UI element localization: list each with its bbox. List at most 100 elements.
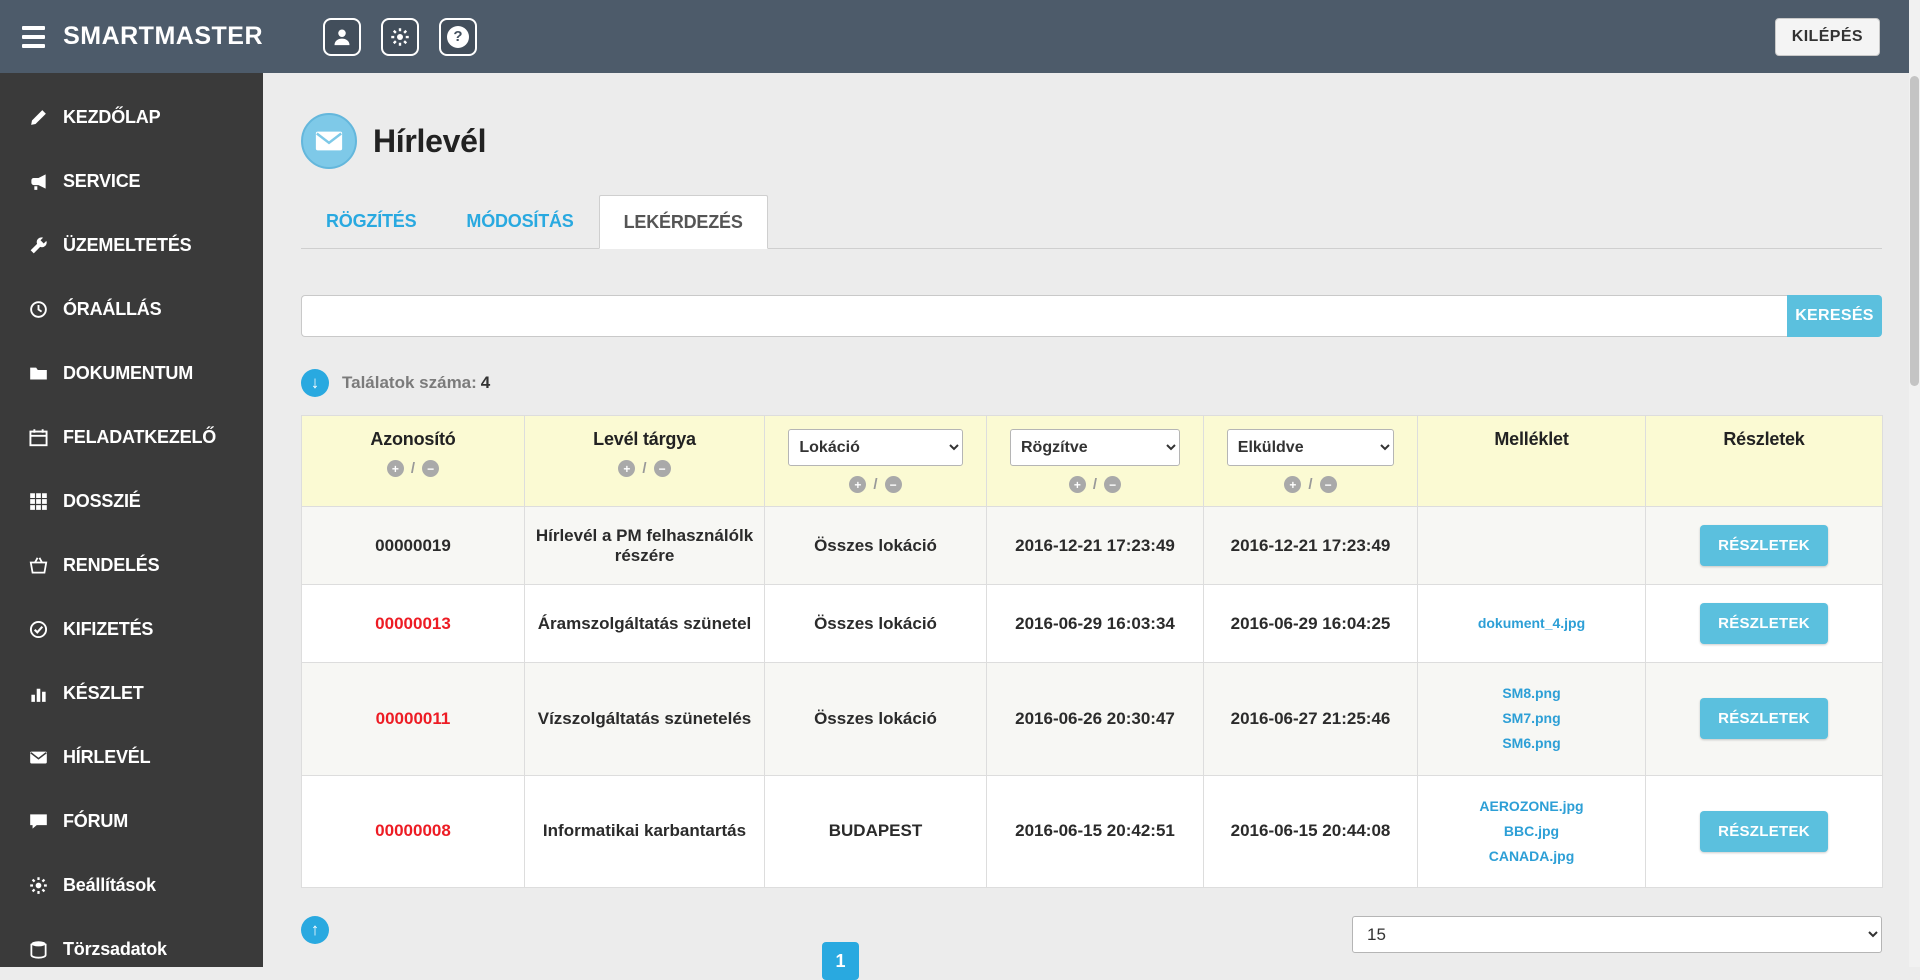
table-row: 00000019Hírlevél a PM felhasználólk rész… — [302, 507, 1883, 585]
sort-desc-icon[interactable]: − — [1104, 476, 1121, 493]
megaphone-icon — [28, 171, 48, 191]
attachment-link[interactable]: AEROZONE.jpg — [1428, 794, 1635, 819]
column-elkuldve: Elküldve + /− — [1204, 416, 1418, 507]
column-lokacio: Lokáció + /− — [765, 416, 987, 507]
sort-controls: + /− — [533, 460, 756, 477]
sort-desc-icon[interactable]: − — [422, 460, 439, 477]
table-header-row: Azonosító+/−Levél tárgya+/−Lokáció+/−Rög… — [302, 416, 1883, 507]
pagination: 1 — [329, 916, 1352, 980]
sort-asc-icon[interactable]: + — [1069, 476, 1086, 493]
scrollbar-thumb[interactable] — [1910, 76, 1919, 386]
collapse-results-icon[interactable]: ↓ — [301, 369, 329, 397]
row-id: 00000013 — [302, 585, 525, 663]
column-label: Melléklet — [1426, 429, 1637, 450]
sort-slash: / — [873, 476, 877, 493]
table-body: 00000019Hírlevél a PM felhasználólk rész… — [302, 507, 1883, 888]
details-button[interactable]: RÉSZLETEK — [1700, 525, 1828, 566]
sidebar-item-dosszie[interactable]: DOSSZIÉ — [0, 469, 263, 533]
user-icon — [332, 27, 352, 47]
results-label: Találatok száma: — [342, 373, 477, 392]
filter-select-rogzitve[interactable]: Rögzítve — [1010, 429, 1180, 466]
sidebar-item-oraallas[interactable]: ÓRAÁLLÁS — [0, 277, 263, 341]
sidebar-item-service[interactable]: SERVICE — [0, 149, 263, 213]
sidebar-item-label: SERVICE — [63, 171, 140, 192]
row-attachments: AEROZONE.jpgBBC.jpgCANADA.jpg — [1418, 775, 1646, 888]
filter-select-lokacio[interactable]: Lokáció — [788, 429, 962, 466]
details-button[interactable]: RÉSZLETEK — [1700, 603, 1828, 644]
sort-asc-icon[interactable]: + — [849, 476, 866, 493]
column-reszletek: Részletek — [1646, 416, 1883, 507]
tab-modositas[interactable]: MÓDOSÍTÁS — [441, 195, 598, 248]
tab-rogzites[interactable]: RÖGZÍTÉS — [301, 195, 441, 248]
newsletter-table: Azonosító+/−Levél tárgya+/−Lokáció+/−Rög… — [301, 415, 1883, 888]
calendar-icon — [28, 427, 48, 447]
logout-button[interactable]: KILÉPÉS — [1775, 18, 1880, 56]
attachment-link[interactable]: dokument_4.jpg — [1428, 611, 1635, 636]
sidebar-item-rendeles[interactable]: RENDELÉS — [0, 533, 263, 597]
page-size-select[interactable]: 15 — [1352, 916, 1882, 953]
row-subject: Informatikai karbantartás — [525, 775, 765, 888]
attachment-link[interactable]: CANADA.jpg — [1428, 844, 1635, 869]
attachment-link[interactable]: SM7.png — [1428, 706, 1635, 731]
sidebar-item-kezdolap[interactable]: KEZDŐLAP — [0, 85, 263, 149]
sidebar-item-uzemeltetes[interactable]: ÜZEMELTETÉS — [0, 213, 263, 277]
row-recorded: 2016-06-26 20:30:47 — [987, 663, 1204, 776]
row-id: 00000019 — [302, 507, 525, 585]
sort-asc-icon[interactable]: + — [387, 460, 404, 477]
sidebar-item-label: FELADATKEZELŐ — [63, 427, 216, 448]
sidebar-item-hirlevel[interactable]: HÍRLEVÉL — [0, 725, 263, 789]
menu-toggle-icon[interactable] — [22, 26, 45, 48]
column-label: Levél tárgya — [533, 429, 756, 450]
search-input[interactable] — [301, 295, 1787, 337]
details-button[interactable]: RÉSZLETEK — [1700, 698, 1828, 739]
attachment-link[interactable]: BBC.jpg — [1428, 819, 1635, 844]
row-id: 00000011 — [302, 663, 525, 776]
sidebar-item-forum[interactable]: FÓRUM — [0, 789, 263, 853]
search-button[interactable]: KERESÉS — [1787, 295, 1882, 337]
user-button[interactable] — [323, 18, 361, 56]
row-location: Összes lokáció — [765, 507, 987, 585]
table-row: 00000008Informatikai karbantartásBUDAPES… — [302, 775, 1883, 888]
settings-button[interactable] — [381, 18, 419, 56]
help-button[interactable]: ? — [439, 18, 477, 56]
sidebar-item-label: ÜZEMELTETÉS — [63, 235, 191, 256]
folder-icon — [28, 363, 48, 383]
tab-lekerdezes[interactable]: LEKÉRDEZÉS — [599, 195, 768, 249]
sort-asc-icon[interactable]: + — [1284, 476, 1301, 493]
row-sent: 2016-06-27 21:25:46 — [1204, 663, 1418, 776]
pagination-page-1[interactable]: 1 — [822, 942, 859, 980]
sidebar-item-label: RENDELÉS — [63, 555, 159, 576]
attachment-link[interactable]: SM6.png — [1428, 731, 1635, 756]
sort-slash: / — [642, 460, 646, 477]
row-subject: Vízszolgáltatás szünetelés — [525, 663, 765, 776]
sidebar-item-kifizetes[interactable]: KIFIZETÉS — [0, 597, 263, 661]
sort-desc-icon[interactable]: − — [885, 476, 902, 493]
column-melleklet: Melléklet — [1418, 416, 1646, 507]
details-button[interactable]: RÉSZLETEK — [1700, 811, 1828, 852]
attachment-link[interactable]: SM8.png — [1428, 681, 1635, 706]
sort-slash: / — [1308, 476, 1312, 493]
row-subject: Hírlevél a PM felhasználólk részére — [525, 507, 765, 585]
sort-asc-icon[interactable]: + — [618, 460, 635, 477]
scroll-top-icon[interactable]: ↑ — [301, 916, 329, 944]
sidebar-item-torzsadatok[interactable]: Törzsadatok — [0, 917, 263, 967]
sidebar-item-keszlet[interactable]: KÉSZLET — [0, 661, 263, 725]
sidebar-item-feladatkezelo[interactable]: FELADATKEZELŐ — [0, 405, 263, 469]
sort-desc-icon[interactable]: − — [1320, 476, 1337, 493]
row-recorded: 2016-06-15 20:42:51 — [987, 775, 1204, 888]
search-bar: KERESÉS — [301, 295, 1882, 337]
sort-desc-icon[interactable]: − — [654, 460, 671, 477]
sidebar-item-label: DOKUMENTUM — [63, 363, 193, 384]
tabs: RÖGZÍTÉSMÓDOSÍTÁSLEKÉRDEZÉS — [301, 195, 1882, 249]
column-label: Azonosító — [310, 429, 516, 450]
table-footer: ↑ 1 15 — [301, 916, 1882, 980]
column-rogzitve: Rögzítve+/− — [987, 416, 1204, 507]
sort-controls: + /− — [773, 476, 978, 493]
scrollbar[interactable] — [1909, 0, 1920, 967]
filter-select-elkuldve[interactable]: Elküldve — [1227, 429, 1394, 466]
row-recorded: 2016-12-21 17:23:49 — [987, 507, 1204, 585]
sidebar-item-label: HÍRLEVÉL — [63, 747, 150, 768]
wrench-icon — [28, 235, 48, 255]
sidebar-item-dokumentum[interactable]: DOKUMENTUM — [0, 341, 263, 405]
sidebar-item-beallitasok[interactable]: Beállítások — [0, 853, 263, 917]
